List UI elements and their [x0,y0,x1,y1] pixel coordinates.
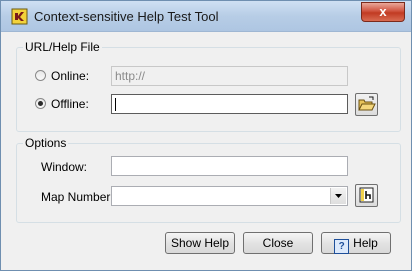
options-group [16,143,401,223]
title-bar[interactable]: Context-sensitive Help Test Tool x [1,1,411,32]
offline-radio[interactable] [35,98,46,109]
close-button[interactable]: Close [243,232,313,254]
offline-file-input[interactable] [111,94,348,114]
offline-label: Offline: [51,97,89,111]
chevron-down-icon [335,194,342,198]
text-caret [115,98,116,111]
browse-folder-button[interactable] [355,93,378,116]
help-tool-icon [11,8,28,25]
map-lookup-button[interactable] [355,184,378,207]
window-label: Window: [41,160,88,174]
window-title: Context-sensitive Help Test Tool [34,9,219,24]
online-radio[interactable] [35,70,46,81]
dropdown-arrow[interactable] [330,188,346,204]
help-button-label: Help [353,236,378,250]
map-number-combobox[interactable] [111,186,348,206]
window-input[interactable] [111,156,348,176]
map-number-label: Map Number: [41,190,114,204]
options-legend: Options [23,136,69,150]
window-close-button[interactable]: x [361,2,405,22]
online-label: Online: [51,69,90,83]
help-topic-icon [359,187,374,203]
help-question-icon: ? [334,239,350,254]
help-button[interactable]: ? Help [321,232,391,254]
dialog-body: URL/Help File Online: http:// Offline: O… [8,32,405,264]
open-folder-icon [358,96,376,111]
url-help-file-legend: URL/Help File [23,40,102,54]
dialog-window: Context-sensitive Help Test Tool x URL/H… [0,0,412,271]
online-url-input[interactable]: http:// [111,66,348,86]
url-help-file-group [16,47,401,132]
show-help-button[interactable]: Show Help [165,232,235,254]
